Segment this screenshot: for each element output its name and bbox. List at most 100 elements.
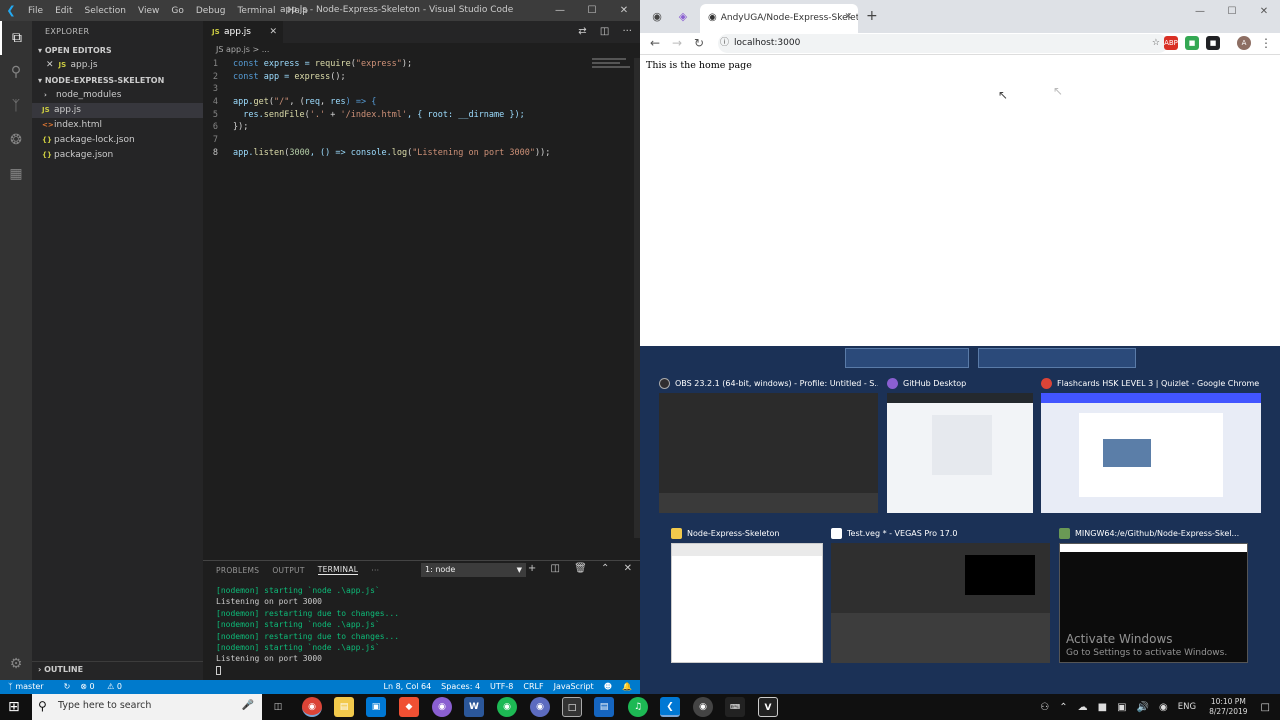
open-editor-item[interactable]: ✕ JS app.js [32,58,203,73]
file-tree-item[interactable]: {} package-lock.json [32,133,203,148]
bell-icon[interactable]: 🔔 [622,680,632,694]
source-control-icon[interactable]: ᛉ [0,89,32,123]
app-icon[interactable]: ◉ [530,697,550,717]
explorer-icon[interactable]: ⧉ [0,21,32,55]
file-tree-item[interactable]: › node_modules [32,88,203,103]
panel-more-button[interactable]: ··· [371,566,379,575]
close-button[interactable]: ✕ [1248,0,1280,26]
app-icon[interactable]: ◉ [497,697,517,717]
git-icon[interactable]: ◆ [399,697,419,717]
avatar[interactable]: A [1237,36,1251,50]
sync-icon[interactable]: ↻ [64,680,71,694]
back-arrow-icon[interactable]: ← [650,36,660,50]
feedback-icon[interactable]: ☻ [604,680,612,694]
gear-icon[interactable]: ⚙ [0,656,32,672]
address-bar[interactable]: ⓘ localhost:3000 ☆ [718,34,1168,53]
window-thumbnail[interactable]: Flashcards HSK LEVEL 3 | Quizlet - Googl… [1041,377,1261,517]
menu-debug[interactable]: Debug [190,6,232,16]
file-tree-item[interactable]: {} package.json [32,148,203,163]
word-icon[interactable]: W [464,697,484,717]
minimize-button[interactable]: — [1184,0,1216,26]
virtual-desktop[interactable] [978,348,1136,368]
code-editor[interactable]: JS app.js ✕ ⇄ ◫ ··· JS app.js > ... 1 cons… [203,21,640,556]
github-desktop-taskbar-icon[interactable]: ◉ [432,697,452,717]
people-icon[interactable]: ⚇ [1040,702,1049,713]
close-icon[interactable]: ✕ [269,21,277,43]
task-view-icon[interactable]: ◫ [268,697,288,717]
close-icon[interactable]: ✕ [46,60,54,70]
search-box[interactable]: ⚲ Type here to search 🎤 [32,694,262,720]
menu-selection[interactable]: Selection [79,6,132,16]
file-explorer-icon[interactable]: ▤ [334,697,354,717]
close-icon[interactable]: ✕ [844,4,852,31]
maximize-button[interactable]: ☐ [576,0,608,21]
windows-start-icon[interactable]: ⊞ [8,699,20,715]
info-icon[interactable]: ⓘ [720,34,729,53]
store-icon[interactable]: ▣ [366,697,386,717]
problems-indicator[interactable]: ⊗ 0 ⚠ 0 [80,680,132,694]
search-icon[interactable]: ⚲ [0,55,32,89]
split-editor-icon[interactable]: ◫ [600,26,609,37]
file-tree-item[interactable]: JS app.js [32,103,203,118]
extension-icon[interactable]: ■ [1185,36,1199,50]
project-section[interactable]: ▾ NODE-EXPRESS-SKELETON [32,73,203,88]
window-thumbnail[interactable]: Test.veg * - VEGAS Pro 17.0 [831,527,1050,667]
language-indicator[interactable]: ENG [1178,702,1196,712]
line-ending[interactable]: CRLF [523,680,543,694]
tab-output[interactable]: OUTPUT [272,566,304,575]
more-actions-icon[interactable]: ··· [622,26,632,37]
chrome-tab-icon[interactable]: ◉ [650,10,664,24]
app-icon[interactable]: ⌨ [725,697,745,717]
cloud-icon[interactable]: ☁ [1078,702,1088,713]
window-thumbnail[interactable]: GitHub Desktop [887,377,1033,517]
cursor-position[interactable]: Ln 8, Col 64 [384,680,432,694]
new-tab-button[interactable]: + [866,8,878,24]
volume-icon[interactable]: 🔊 [1137,702,1149,713]
app-icon[interactable]: ▤ [594,697,614,717]
close-icon[interactable]: ✕ [624,563,632,574]
extension-icon[interactable]: ■ [1206,36,1220,50]
trash-icon[interactable]: 🗑 [574,563,587,574]
browser-tab[interactable]: ◉ AndyUGA/Node-Express-Skeleton ✕ [700,4,858,33]
window-thumbnail[interactable]: OBS 23.2.1 (64-bit, windows) - Profile: … [659,377,878,517]
maximize-button[interactable]: ☐ [1216,0,1248,26]
language-mode[interactable]: JavaScript [554,680,594,694]
compare-icon[interactable]: ⇄ [578,26,586,37]
menu-view[interactable]: View [132,6,165,16]
menu-edit[interactable]: Edit [49,6,78,16]
virtual-desktop[interactable] [845,348,969,368]
indentation[interactable]: Spaces: 4 [441,680,480,694]
reload-icon[interactable]: ↻ [694,36,704,50]
tray-app-icon[interactable]: ◉ [1159,702,1168,713]
minimap[interactable] [592,58,632,78]
obs-taskbar-icon[interactable]: ◉ [693,697,713,717]
breadcrumb[interactable]: JS app.js > ... [203,43,640,57]
terminal-select[interactable]: 1: node ▼ [421,563,526,577]
app-icon[interactable]: □ [562,697,582,717]
star-icon[interactable]: ☆ [1152,34,1160,53]
chevron-up-icon[interactable]: ⌃ [1059,702,1067,713]
tab-terminal[interactable]: TERMINAL [317,565,359,575]
extensions-icon[interactable]: ▦ [0,157,32,191]
kebab-menu-icon[interactable]: ⋮ [1260,36,1272,50]
spotify-icon[interactable]: ♫ [628,697,648,717]
chrome-taskbar-icon[interactable]: ◉ [302,697,322,717]
outline-section[interactable]: › OUTLINE [32,661,203,676]
menu-go[interactable]: Go [165,6,189,16]
open-editors-section[interactable]: ▾ OPEN EDITORS [32,43,203,58]
debug-icon[interactable]: ❂ [0,123,32,157]
encoding[interactable]: UTF-8 [490,680,513,694]
chevron-up-icon[interactable]: ⌃ [601,563,609,574]
tab-problems[interactable]: PROBLEMS [216,566,259,575]
branch-indicator[interactable]: ᛉ master [8,680,54,694]
adblock-extension-icon[interactable]: ABP [1164,36,1178,50]
clock[interactable]: 10:10 PM 8/27/2019 [1209,697,1247,717]
forward-arrow-icon[interactable]: → [672,36,682,50]
window-thumbnail[interactable]: Node-Express-Skeleton [671,527,823,667]
add-terminal-icon[interactable]: + [528,563,536,574]
notifications-icon[interactable]: □ [1261,702,1270,713]
vegas-taskbar-icon[interactable]: V [758,697,778,717]
microphone-icon[interactable]: 🎤 [242,700,254,711]
vscode-taskbar-icon[interactable]: ❮ [660,697,680,717]
tray-app-icon[interactable]: ■ [1098,702,1107,713]
